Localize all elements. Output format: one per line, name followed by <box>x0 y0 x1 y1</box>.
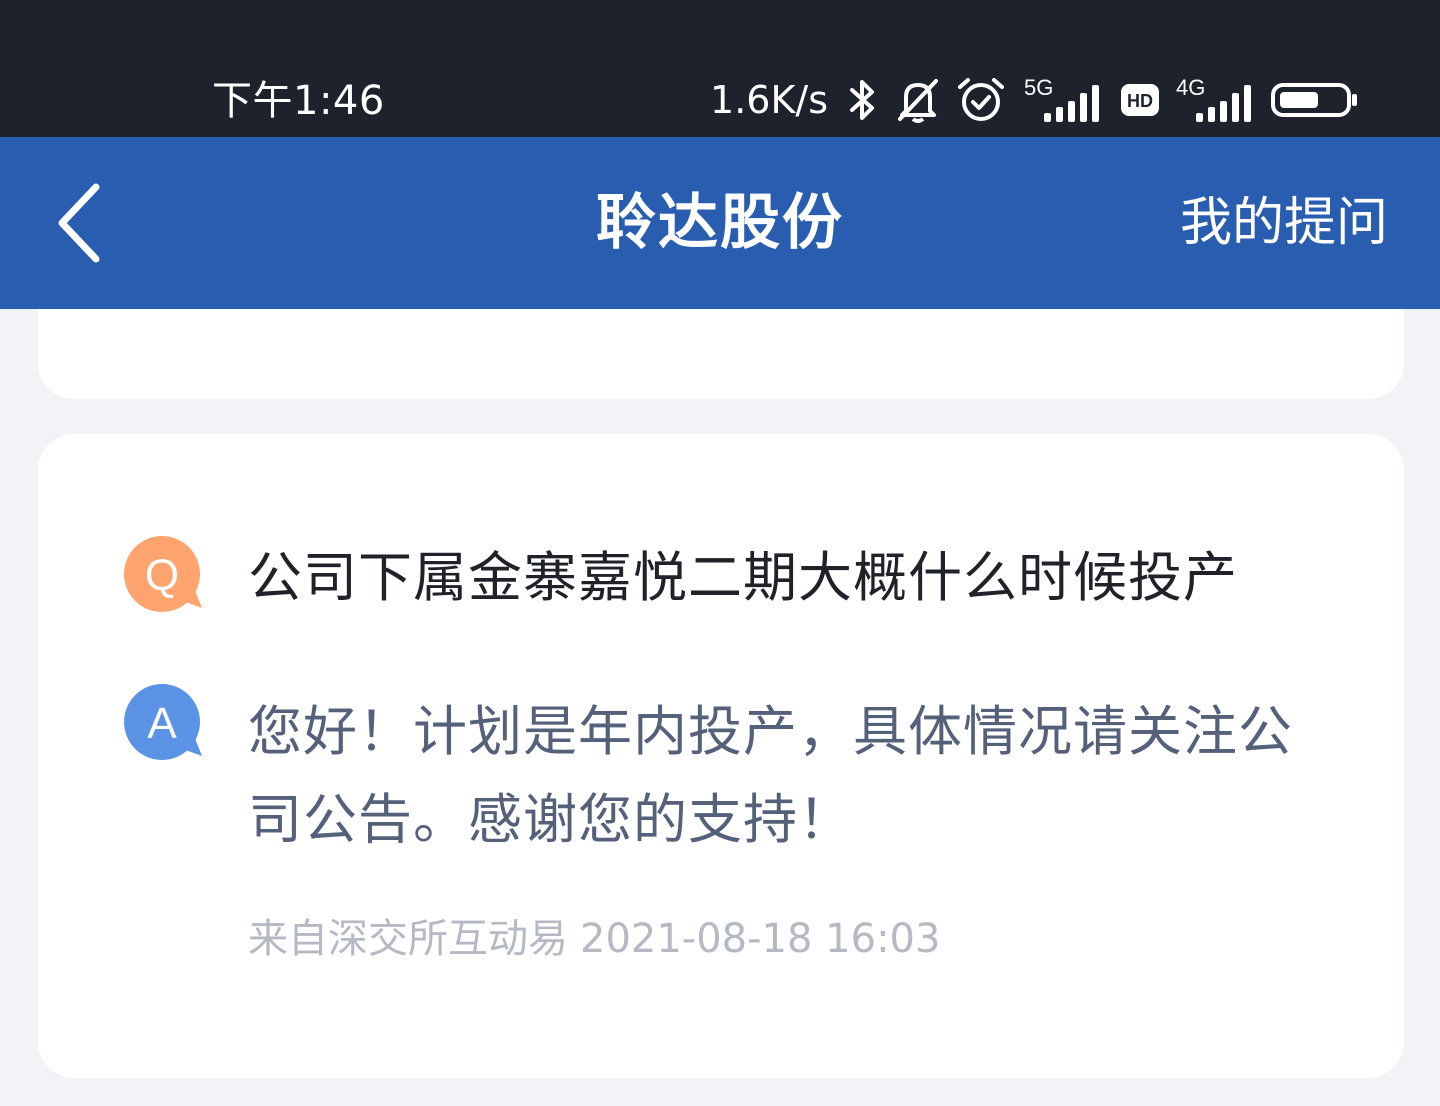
bluetooth-icon <box>846 70 880 130</box>
timestamp: 2021-08-18 16:03 <box>580 916 941 962</box>
question-badge-label: Q <box>145 551 179 600</box>
network-5g-label: 5G <box>1024 75 1053 100</box>
source-line: 来自深交所互动易 2021-08-18 16:03 <box>248 912 940 966</box>
signal-4g-icon: 4G <box>1174 70 1256 130</box>
previous-qa-card <box>38 309 1404 399</box>
status-indicators: 1.6K/s 5G HD 4G <box>710 70 1360 130</box>
chevron-left-icon <box>58 183 100 263</box>
hd-icon: HD <box>1120 70 1160 130</box>
signal-5g-icon: 5G <box>1020 70 1106 130</box>
answer-text: 您好！计划是年内投产，具体情况请关注公司公告。感谢您的支持！ <box>248 700 1293 851</box>
status-time: 下午1:46 <box>212 78 385 124</box>
my-questions-button[interactable]: 我的提问 <box>1180 137 1388 309</box>
question-text: 公司下属金寨嘉悦二期大概什么时候投产 <box>248 546 1238 609</box>
back-button[interactable] <box>40 177 120 269</box>
hd-label: HD <box>1127 91 1153 111</box>
network-speed: 1.6K/s <box>710 78 828 122</box>
question-badge-icon: Q <box>122 534 206 618</box>
battery-icon <box>1270 70 1360 130</box>
alarm-icon <box>956 70 1006 130</box>
status-bar: 下午1:46 1.6K/s 5G HD 4G <box>0 0 1440 137</box>
bell-off-icon <box>894 70 942 130</box>
answer-badge-label: A <box>147 699 177 748</box>
source-label: 来自深交所互动易 <box>248 916 568 962</box>
network-4g-label: 4G <box>1176 75 1205 100</box>
qa-card: Q 公司下属金寨嘉悦二期大概什么时候投产 A 您好！计划是年内投产，具体情况请关… <box>38 434 1404 1078</box>
app-bar: 聆达股份 我的提问 <box>0 137 1440 309</box>
answer-badge-icon: A <box>122 682 206 766</box>
